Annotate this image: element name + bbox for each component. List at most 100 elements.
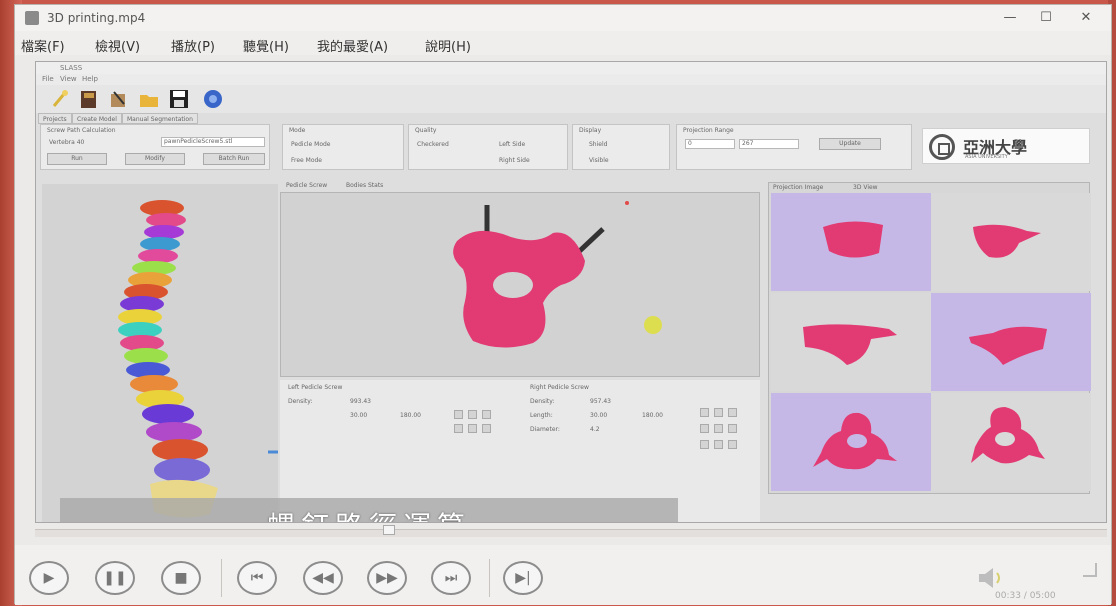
projection-image-4 — [931, 293, 1091, 391]
display-visible: Visible — [589, 157, 609, 164]
menu-file[interactable]: 檔案(F) — [21, 36, 65, 55]
projection-image-1 — [771, 193, 931, 291]
control-separator — [221, 559, 222, 597]
time-display: 00:33 / 05:00 — [995, 591, 1056, 601]
projection-panel: Projection Image 3D View — [768, 182, 1091, 494]
help-globe-icon — [202, 88, 224, 110]
right-spin-3 — [728, 408, 737, 417]
software-menu-help: Help — [82, 75, 98, 83]
tab-bodies-stats: Bodies Stats — [346, 182, 384, 189]
right-spin-5 — [714, 424, 723, 433]
mode-free: Free Mode — [291, 157, 322, 164]
right-spin-6 — [728, 424, 737, 433]
update-button: Update — [819, 138, 881, 150]
volume-icon[interactable] — [975, 565, 1005, 591]
right-spin-9 — [728, 440, 737, 449]
software-toolbar — [36, 85, 1106, 113]
left-row2-value-1: 30.00 — [350, 412, 368, 419]
window-title: 3D printing.mp4 — [47, 11, 146, 25]
fast-forward-button[interactable]: ▶▶ — [367, 561, 407, 595]
rewind-button[interactable]: ◀◀ — [303, 561, 343, 595]
seek-thumb[interactable] — [383, 525, 395, 535]
subtitle-text: 螺釘路徑運算 — [60, 498, 678, 522]
range-to-field: 267 — [739, 139, 799, 149]
display-title: Display — [579, 127, 602, 134]
projection-image-5 — [771, 393, 931, 491]
mode-group: Mode Pedicle Mode Free Mode — [282, 124, 404, 170]
right-spin-4 — [700, 424, 709, 433]
spine-3d-view — [42, 184, 372, 522]
quality-right: Right Side — [499, 157, 530, 164]
seek-bar[interactable] — [35, 529, 1107, 537]
tab-projects: Projects — [38, 113, 72, 124]
university-logo: 亞洲大學 ASIA UNIVERSITY — [922, 128, 1090, 164]
software-title: SLASS — [36, 62, 1106, 74]
menu-view[interactable]: 檢視(V) — [95, 36, 140, 55]
display-group: Display Shield Visible — [572, 124, 670, 170]
range-from-field: 0 — [685, 139, 735, 149]
maximize-button[interactable]: ☐ — [1031, 8, 1061, 28]
right-length-value: 30.00 — [590, 412, 608, 419]
menu-play[interactable]: 播放(P) — [171, 36, 215, 55]
right-spin-8 — [714, 440, 723, 449]
tab-3d-view: 3D View — [853, 184, 878, 191]
frame-step-button[interactable]: ▶| — [503, 561, 543, 595]
software-menu-bar: File View Help — [36, 74, 1106, 85]
vertebra-3d-view — [280, 192, 760, 377]
software-menu-file: File — [42, 75, 54, 83]
video-frame[interactable]: SLASS File View Help Projects Create Mod… — [35, 61, 1107, 523]
vertebra-model-icon — [453, 201, 662, 348]
menu-bar: 檔案(F) 檢視(V) 播放(P) 聽覺(H) 我的最愛(A) 說明(H) — [15, 31, 1111, 55]
quality-left: Left Side — [499, 141, 526, 148]
quality-checkered: Checkered — [417, 141, 449, 148]
right-screw-title: Right Pedicle Screw — [530, 384, 589, 391]
university-seal-icon — [929, 134, 955, 160]
previous-button[interactable]: ⏮ — [237, 561, 277, 595]
left-spin-4 — [454, 424, 463, 433]
menu-audio[interactable]: 聽覺(H) — [243, 36, 289, 55]
right-density-label: Density: — [530, 398, 555, 405]
projection-image-3 — [771, 293, 931, 391]
close-button[interactable]: ✕ — [1071, 8, 1101, 28]
projection-image-2 — [931, 193, 1091, 291]
menu-favorites[interactable]: 我的最愛(A) — [317, 36, 388, 55]
app-icon — [25, 11, 39, 25]
playback-controls: ▶ ❚❚ ■ ⏮ ◀◀ ▶▶ ⏭ ▶| 00:33 / 05:00 — [15, 545, 1111, 605]
pause-button[interactable]: ❚❚ — [95, 561, 135, 595]
minimize-button[interactable]: — — [995, 8, 1025, 28]
spine-model-icon — [42, 184, 372, 522]
quality-group: Quality Checkered Left Side Right Side — [408, 124, 568, 170]
mode-title: Mode — [289, 127, 306, 134]
title-bar: 3D printing.mp4 — ☐ ✕ — [15, 5, 1111, 31]
mode-pedicle: Pedicle Mode — [291, 141, 331, 148]
play-button[interactable]: ▶ — [29, 561, 69, 595]
menu-help[interactable]: 說明(H) — [425, 36, 471, 55]
right-diameter-label: Diameter: — [530, 426, 560, 433]
wand-icon — [50, 88, 72, 110]
right-density-value: 957.43 — [590, 398, 611, 405]
right-length-value-2: 180.00 — [642, 412, 663, 419]
projection-image-6 — [931, 393, 1091, 491]
control-separator-2 — [489, 559, 490, 597]
screw-file-field: pawnPedicleScrew5.stl — [161, 137, 265, 147]
right-diameter-value: 4.2 — [590, 426, 600, 433]
book-icon — [78, 88, 100, 110]
next-button[interactable]: ⏭ — [431, 561, 471, 595]
left-spin-3 — [482, 410, 491, 419]
batch-run-button: Batch Run — [203, 153, 265, 165]
resize-grip-icon[interactable] — [1083, 563, 1097, 577]
stop-button[interactable]: ■ — [161, 561, 201, 595]
left-spin-1 — [454, 410, 463, 419]
right-spin-1 — [700, 408, 709, 417]
save-icon — [168, 88, 190, 110]
right-spin-7 — [700, 440, 709, 449]
folder-icon — [138, 88, 160, 110]
left-screw-title: Left Pedicle Screw — [288, 384, 343, 391]
vertebra-label: Vertebra 40 — [49, 139, 85, 146]
tools-icon — [108, 88, 130, 110]
right-spin-2 — [714, 408, 723, 417]
left-row2-value-2: 180.00 — [400, 412, 421, 419]
display-shield: Shield — [589, 141, 608, 148]
tab-pedicle-screw: Pedicle Screw — [286, 182, 328, 189]
tab-create-model: Create Model — [72, 113, 122, 124]
